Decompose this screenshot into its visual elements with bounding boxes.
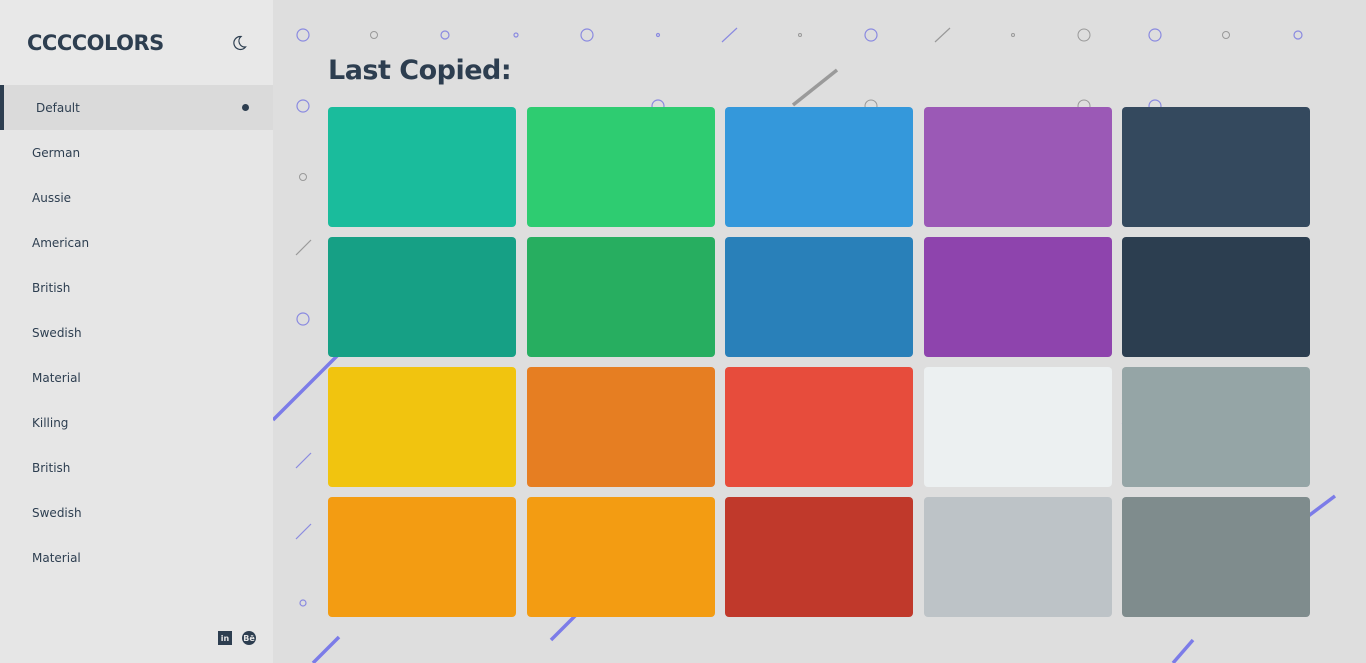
sidebar-item-material[interactable]: Material bbox=[0, 535, 273, 580]
sidebar-item-swedish[interactable]: Swedish bbox=[0, 490, 273, 535]
color-swatch[interactable] bbox=[1122, 367, 1310, 487]
color-swatch[interactable] bbox=[725, 237, 913, 357]
sidebar: CCCCOLORS Default German Aussie American Bri… bbox=[0, 0, 273, 663]
sidebar-item-british[interactable]: British bbox=[0, 265, 273, 310]
sidebar-item-german[interactable]: German bbox=[0, 130, 273, 175]
behance-icon[interactable]: Bē bbox=[242, 631, 256, 645]
color-swatch[interactable] bbox=[1122, 107, 1310, 227]
color-swatch[interactable] bbox=[1122, 237, 1310, 357]
sidebar-item-british[interactable]: British bbox=[0, 445, 273, 490]
app-logo[interactable]: CCCCOLORS bbox=[27, 31, 164, 55]
moon-icon[interactable] bbox=[231, 35, 247, 51]
sidebar-item-label: German bbox=[32, 145, 81, 160]
sidebar-item-label: Swedish bbox=[32, 325, 82, 340]
color-swatch[interactable] bbox=[328, 107, 516, 227]
color-swatch[interactable] bbox=[526, 367, 715, 487]
linkedin-icon[interactable]: in bbox=[218, 631, 232, 645]
sidebar-item-label: Killing bbox=[32, 415, 69, 430]
sidebar-item-label: Default bbox=[36, 100, 80, 115]
color-swatch[interactable] bbox=[1122, 497, 1310, 617]
color-swatch[interactable] bbox=[526, 497, 715, 617]
sidebar-item-american[interactable]: American bbox=[0, 220, 273, 265]
color-swatch[interactable] bbox=[923, 107, 1112, 227]
sidebar-item-label: British bbox=[32, 460, 71, 475]
sidebar-item-swedish[interactable]: Swedish bbox=[0, 310, 273, 355]
main-content: Last Copied: bbox=[328, 55, 1310, 617]
color-swatch[interactable] bbox=[725, 107, 913, 227]
sidebar-item-label: Swedish bbox=[32, 505, 82, 520]
sidebar-item-default[interactable]: Default bbox=[0, 85, 273, 130]
color-swatch[interactable] bbox=[923, 237, 1112, 357]
sidebar-item-killing[interactable]: Killing bbox=[0, 400, 273, 445]
social-links: in Bē bbox=[218, 631, 256, 645]
palette-menu: Default German Aussie American British Swedis… bbox=[0, 85, 273, 580]
color-swatch[interactable] bbox=[725, 367, 913, 487]
sidebar-item-label: Material bbox=[32, 550, 81, 565]
color-swatch[interactable] bbox=[328, 367, 516, 487]
sidebar-item-label: Aussie bbox=[32, 190, 72, 205]
color-swatch[interactable] bbox=[328, 497, 516, 617]
color-grid bbox=[328, 107, 1310, 617]
color-swatch[interactable] bbox=[725, 497, 913, 617]
brand-header: CCCCOLORS bbox=[0, 0, 273, 85]
sidebar-item-label: American bbox=[32, 235, 90, 250]
color-swatch[interactable] bbox=[923, 367, 1112, 487]
color-swatch[interactable] bbox=[328, 237, 516, 357]
sidebar-item-aussie[interactable]: Aussie bbox=[0, 175, 273, 220]
sidebar-item-material[interactable]: Material bbox=[0, 355, 273, 400]
color-swatch[interactable] bbox=[526, 107, 715, 227]
color-swatch[interactable] bbox=[526, 237, 715, 357]
sidebar-item-label: British bbox=[32, 280, 71, 295]
page-title: Last Copied: bbox=[328, 55, 512, 86]
sidebar-item-label: Material bbox=[32, 370, 81, 385]
active-indicator-dot bbox=[242, 104, 249, 111]
color-swatch[interactable] bbox=[923, 497, 1112, 617]
